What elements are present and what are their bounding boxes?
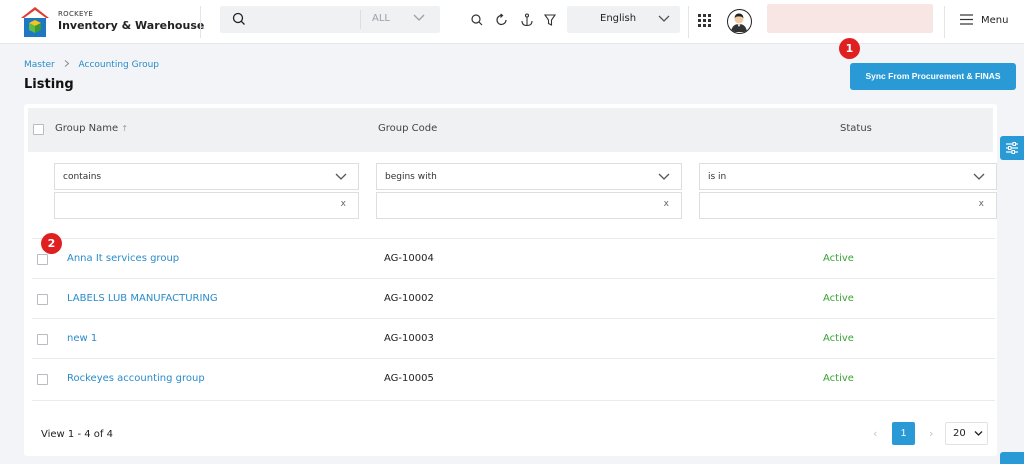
brand-name: ROCKEYE Inventory & Warehouse	[58, 10, 205, 32]
filter-operator-label: begins with	[385, 172, 437, 182]
status-filter-operator[interactable]: is in	[699, 163, 997, 190]
group-code-cell: AG-10004	[384, 253, 434, 264]
chevron-left-icon[interactable]: ‹	[873, 427, 877, 440]
search-scope-select[interactable]: ALL	[372, 13, 390, 24]
table-row[interactable]: Anna It services group AG-10004 Active	[32, 238, 995, 278]
group-code-cell: AG-10005	[384, 373, 434, 384]
status-filter-input[interactable]: x	[699, 192, 997, 219]
app-logo-icon[interactable]	[20, 6, 50, 38]
hamburger-menu-icon[interactable]	[960, 14, 973, 25]
breadcrumb: Master Accounting Group	[24, 60, 159, 70]
chevron-down-icon[interactable]	[657, 172, 671, 182]
refresh-icon[interactable]	[495, 13, 509, 27]
search-divider	[360, 10, 361, 29]
language-select[interactable]: English	[567, 6, 680, 33]
header-divider	[688, 6, 689, 38]
disabled-action-button	[767, 4, 933, 33]
group-name-link[interactable]: Rockeyes accounting group	[67, 373, 205, 384]
status-cell: Active	[823, 293, 854, 304]
group-code-cell: AG-10003	[384, 333, 434, 344]
sort-up-icon[interactable]: ↑	[121, 124, 128, 133]
chevron-down-icon[interactable]	[334, 172, 348, 182]
clear-filter-icon[interactable]: x	[664, 199, 669, 209]
filter-operator-label: is in	[708, 172, 727, 182]
page-size-value: 20	[953, 428, 966, 439]
row-checkbox[interactable]	[37, 254, 48, 265]
chevron-down-icon[interactable]	[657, 14, 671, 24]
sync-procurement-finas-button[interactable]: Sync From Procurement & FINAS	[850, 63, 1016, 90]
filter-operator-label: contains	[63, 172, 102, 182]
view-count-text: View 1 - 4 of 4	[41, 429, 113, 440]
search-icon[interactable]	[232, 12, 246, 26]
global-search[interactable]: ALL	[220, 6, 440, 33]
column-header-status[interactable]: Status	[840, 123, 872, 134]
table-row[interactable]: new 1 AG-10003 Active	[32, 318, 995, 358]
page-size-select[interactable]: 20	[945, 422, 988, 445]
status-cell: Active	[823, 333, 854, 344]
chevron-down-icon[interactable]	[412, 13, 426, 23]
status-cell: Active	[823, 373, 854, 384]
select-all-checkbox[interactable]	[33, 124, 44, 135]
group-code-filter-input[interactable]: x	[376, 192, 682, 219]
column-header-group-code[interactable]: Group Code	[378, 123, 437, 134]
anchor-icon[interactable]	[520, 13, 534, 27]
menu-label[interactable]: Menu	[981, 15, 1008, 26]
user-avatar-icon[interactable]	[727, 9, 752, 34]
column-header-group-name[interactable]: Group Name ↑	[55, 123, 128, 134]
table-header: Group Name ↑ Group Code Status	[28, 108, 993, 152]
table-bottom-border	[32, 400, 995, 401]
group-name-link[interactable]: new 1	[67, 333, 97, 344]
search-icon[interactable]	[470, 13, 484, 27]
chevron-right-icon	[64, 60, 69, 67]
header-divider	[944, 6, 945, 38]
status-cell: Active	[823, 253, 854, 264]
brand-top-text: ROCKEYE	[58, 10, 94, 18]
page-button-current[interactable]: 1	[892, 422, 915, 445]
clear-filter-icon[interactable]: x	[341, 199, 346, 209]
group-name-filter-operator[interactable]: contains	[54, 163, 359, 190]
sliders-icon[interactable]	[1000, 136, 1024, 160]
group-name-link[interactable]: Anna It services group	[67, 253, 179, 264]
row-checkbox[interactable]	[37, 294, 48, 305]
brand-main-text: Inventory & Warehouse	[58, 19, 205, 32]
page-title: Listing	[24, 77, 74, 92]
step-badge-2: 2	[41, 233, 62, 254]
filter-settings-tab[interactable]	[1000, 136, 1024, 160]
group-name-filter-input[interactable]: x	[54, 192, 359, 219]
scroll-top-tab[interactable]	[1000, 452, 1024, 464]
chevron-down-icon[interactable]	[974, 430, 983, 437]
clear-filter-icon[interactable]: x	[979, 199, 984, 209]
table-row[interactable]: LABELS LUB MANUFACTURING AG-10002 Active	[32, 278, 995, 318]
row-checkbox[interactable]	[37, 374, 48, 385]
listing-card: Group Name ↑ Group Code Status contains …	[24, 104, 997, 456]
breadcrumb-item-accounting-group[interactable]: Accounting Group	[79, 60, 160, 70]
header-divider	[200, 6, 201, 38]
breadcrumb-item-master[interactable]: Master	[24, 60, 55, 70]
filter-icon[interactable]	[543, 13, 557, 27]
language-label: English	[600, 13, 637, 24]
group-code-filter-operator[interactable]: begins with	[376, 163, 682, 190]
group-code-cell: AG-10002	[384, 293, 434, 304]
table-row[interactable]: Rockeyes accounting group AG-10005 Activ…	[32, 358, 995, 398]
top-header: ROCKEYE Inventory & Warehouse ALL Englis…	[0, 0, 1024, 44]
step-badge-1: 1	[839, 38, 860, 59]
chevron-right-icon[interactable]: ›	[929, 427, 933, 440]
row-checkbox[interactable]	[37, 334, 48, 345]
apps-grid-icon[interactable]	[698, 14, 711, 27]
group-name-link[interactable]: LABELS LUB MANUFACTURING	[67, 293, 218, 304]
chevron-down-icon[interactable]	[972, 172, 986, 182]
